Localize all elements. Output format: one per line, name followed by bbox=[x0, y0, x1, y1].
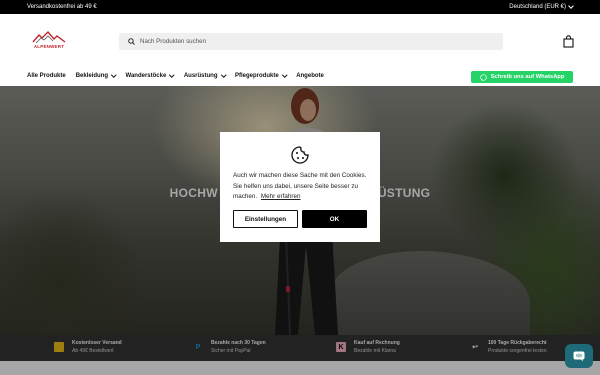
nav-item-bekleidung[interactable]: Bekleidung bbox=[75, 72, 117, 79]
nav-label: Wanderstöcke bbox=[125, 73, 167, 79]
announcement-bar: Versandkostenfrei ab 49 € Deutschland (E… bbox=[0, 0, 600, 14]
logo[interactable]: ALPENWERT bbox=[31, 30, 67, 52]
mountain-logo-icon bbox=[32, 30, 66, 44]
nav-label: Ausrüstung bbox=[183, 73, 218, 79]
cookie-message: Auch wir machen diese Sache mit den Cook… bbox=[233, 171, 369, 203]
cart-button[interactable] bbox=[563, 35, 574, 48]
nav-label: Alle Produkte bbox=[27, 73, 66, 79]
site-header: ALPENWERT bbox=[0, 14, 600, 69]
logo-text: ALPENWERT bbox=[33, 44, 65, 49]
chat-button[interactable] bbox=[565, 344, 593, 368]
nav-item-pflegeprodukte[interactable]: Pflegeprodukte bbox=[235, 72, 287, 79]
nav-item-wanderstoecke[interactable]: Wanderstöcke bbox=[125, 72, 175, 79]
nav-label: Bekleidung bbox=[75, 73, 109, 79]
cookie-ok-button[interactable]: OK bbox=[302, 210, 367, 228]
search-input[interactable] bbox=[140, 38, 480, 45]
whatsapp-button[interactable]: Schreib uns auf WhatsApp bbox=[471, 71, 573, 83]
region-label: Deutschland (EUR €) bbox=[509, 4, 566, 10]
nav-item-ausruestung[interactable]: Ausrüstung bbox=[183, 72, 226, 79]
chevron-down-icon bbox=[169, 72, 175, 78]
region-selector[interactable]: Deutschland (EUR €) bbox=[509, 3, 574, 10]
chevron-down-icon bbox=[568, 3, 574, 9]
main-navigation: Alle Produkte Bekleidung Wanderstöcke Au… bbox=[0, 69, 600, 86]
chevron-down-icon bbox=[281, 72, 287, 78]
cookie-icon bbox=[291, 146, 309, 164]
chevron-down-icon bbox=[220, 72, 226, 78]
shipping-promo: Versandkostenfrei ab 49 € bbox=[27, 4, 97, 10]
nav-label: Pflegeprodukte bbox=[235, 73, 279, 79]
chevron-down-icon bbox=[111, 72, 117, 78]
search-icon bbox=[128, 38, 135, 45]
chat-bubble-icon bbox=[573, 351, 585, 361]
cookie-consent-dialog: Auch wir machen diese Sache mit den Cook… bbox=[220, 132, 380, 242]
cookie-settings-button[interactable]: Einstellungen bbox=[233, 210, 298, 228]
search-bar[interactable] bbox=[119, 33, 503, 50]
nav-item-angebote[interactable]: Angebote bbox=[296, 73, 324, 79]
whatsapp-label: Schreib uns auf WhatsApp bbox=[490, 74, 565, 80]
whatsapp-icon bbox=[479, 73, 487, 81]
nav-label: Angebote bbox=[296, 73, 324, 79]
shopping-bag-icon bbox=[563, 35, 574, 48]
nav-item-alle-produkte[interactable]: Alle Produkte bbox=[27, 73, 66, 79]
learn-more-link[interactable]: Mehr erfahren bbox=[261, 193, 301, 200]
